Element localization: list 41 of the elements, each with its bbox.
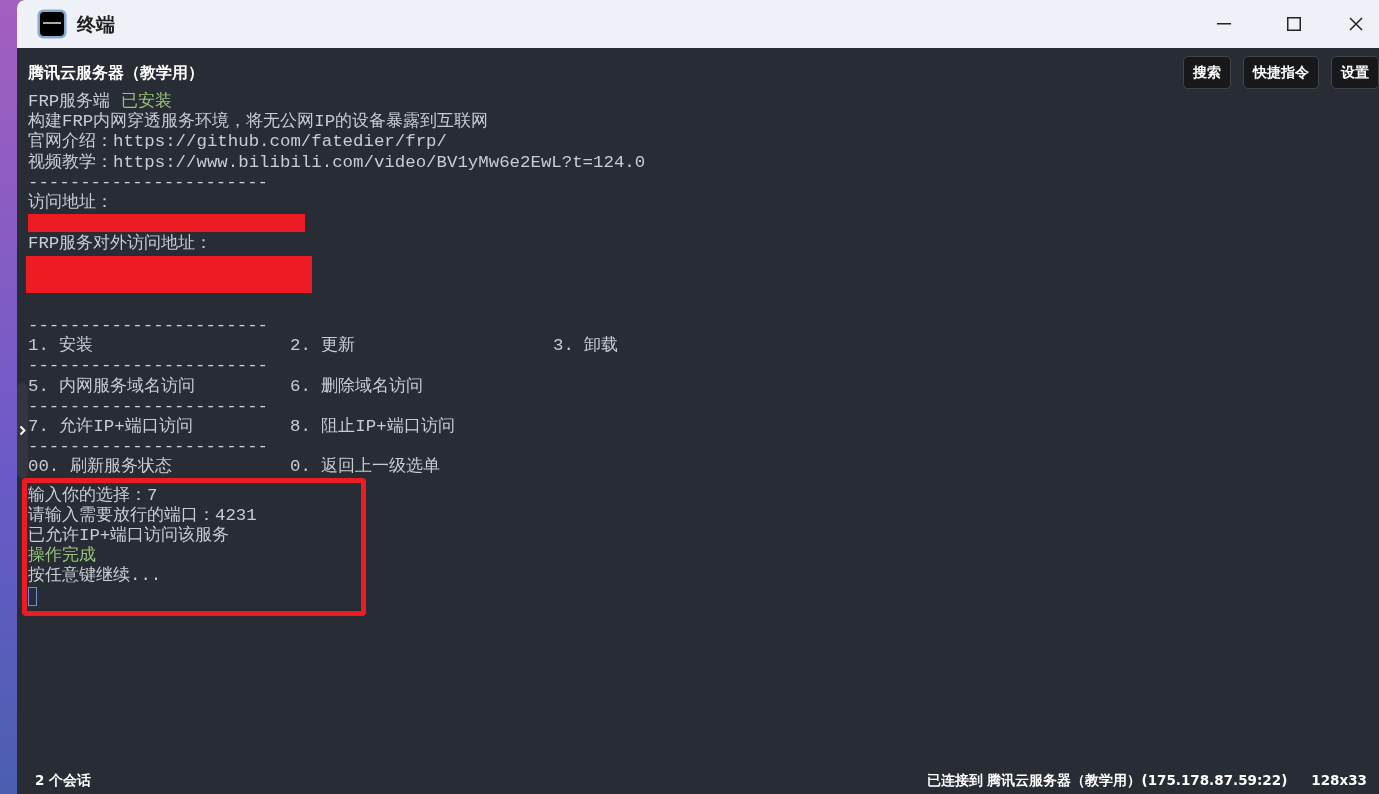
app-icon	[37, 9, 67, 39]
separator-line: -----------------------	[28, 356, 269, 376]
menu-option: 0. 返回上一级选单	[290, 457, 441, 477]
separator-line: -----------------------	[28, 437, 269, 457]
window-title: 终端	[77, 11, 115, 37]
text-cursor	[28, 586, 37, 606]
menu-option: 5. 内网服务域名访问	[28, 376, 196, 396]
connection-status: 已连接到 腾讯云服务器（教学用）(175.178.87.59:22)	[926, 770, 1288, 790]
terminal-size: 128x33	[1311, 770, 1367, 790]
menu-option: 6. 删除域名访问	[290, 376, 424, 396]
panel-toggle-handle[interactable]	[17, 383, 28, 478]
terminal-text: 已允许IP+端口访问该服务	[28, 525, 230, 545]
menu-option: 2. 更新	[290, 336, 356, 356]
terminal-text: 按任意键继续...	[28, 566, 162, 586]
terminal-text: 访问地址：	[28, 192, 113, 212]
maximize-icon	[1287, 17, 1301, 31]
separator-line: -----------------------	[28, 172, 269, 192]
session-count: 2 个会话	[35, 770, 92, 790]
terminal-text: 视频教学：https://www.bilibili.com/video/BV1yMw6e2EwL?t=124.0	[28, 152, 646, 172]
menu-option: 7. 允许IP+端口访问	[28, 417, 193, 436]
toolbar-button[interactable]: 设置	[1331, 56, 1379, 89]
terminal-text: 已安装	[120, 92, 172, 111]
terminal-text: 请输入需要放行的端口：4231	[28, 505, 257, 525]
menu-option: 1. 安装	[28, 336, 94, 356]
toolbar-button[interactable]: 快捷指令	[1243, 56, 1319, 89]
chevron-icon	[19, 425, 26, 436]
menu-option: 00. 刷新服务状态	[28, 457, 172, 477]
close-icon	[1349, 17, 1363, 31]
terminal-text: 操作完成	[28, 546, 96, 566]
session-title: 腾讯云服务器（教学用）	[28, 61, 204, 84]
toolbar-button[interactable]: 搜索	[1183, 56, 1231, 89]
separator-line: -----------------------	[28, 316, 269, 336]
minimize-icon	[1217, 23, 1231, 25]
menu-option: 3. 卸载	[553, 336, 619, 356]
terminal-text: 构建FRP内网穿透服务环境，将无公网IP的设备暴露到互联网	[28, 112, 489, 132]
terminal-text: FRP服务对外访问地址：	[28, 234, 213, 254]
terminal-text: 输入你的选择：7	[28, 485, 158, 505]
terminal-text: 官网介绍：https://github.com/fatedier/frp/	[28, 132, 447, 152]
terminal-text: FRP服务端	[28, 92, 112, 111]
menu-option: 8. 阻止IP+端口访问	[290, 417, 455, 436]
separator-line: -----------------------	[28, 396, 269, 416]
